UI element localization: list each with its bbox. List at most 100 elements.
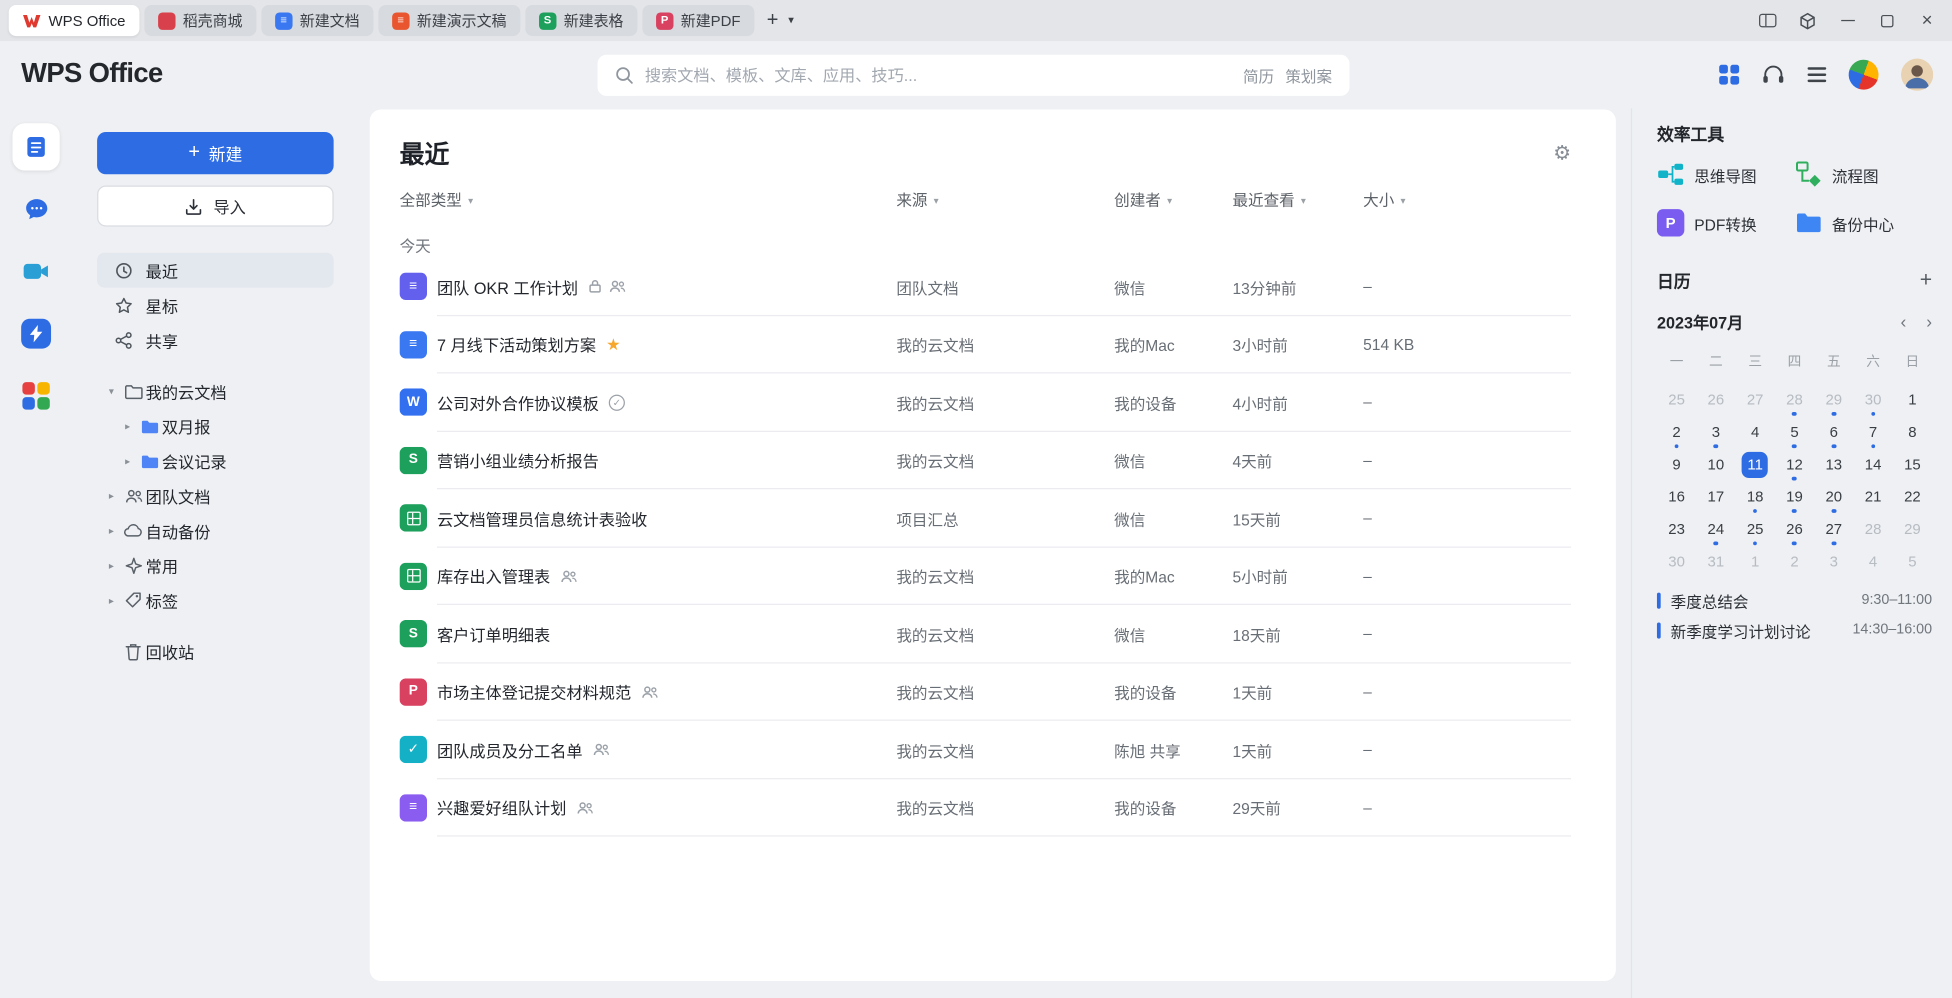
calendar-day[interactable]: 29: [1814, 383, 1853, 415]
tool-mindmap[interactable]: 思维导图: [1657, 161, 1795, 188]
calendar-day[interactable]: 5: [1893, 545, 1932, 577]
sidebar-item-shared[interactable]: 共享: [97, 322, 334, 357]
calendar-day[interactable]: 28: [1853, 513, 1892, 545]
calendar-day[interactable]: 8: [1893, 416, 1932, 448]
tab-docer-mall[interactable]: 稻壳商城: [144, 5, 256, 36]
calendar-day[interactable]: 24: [1696, 513, 1735, 545]
tree-item-auto-backup[interactable]: ▸ 自动备份: [97, 513, 334, 548]
wps-365-badge-icon[interactable]: [1844, 56, 1882, 94]
calendar-day[interactable]: 12: [1775, 448, 1814, 480]
close-button[interactable]: ×: [1907, 0, 1947, 41]
tree-item-team-docs[interactable]: ▸ 团队文档: [97, 478, 334, 513]
calendar-day[interactable]: 25: [1736, 513, 1775, 545]
filter-source[interactable]: 来源▾: [896, 186, 1114, 210]
new-document-button[interactable]: + 新建: [97, 132, 334, 174]
tab-new-spreadsheet[interactable]: S 新建表格: [525, 5, 637, 36]
calendar-day[interactable]: 19: [1775, 481, 1814, 513]
chevron-right-icon[interactable]: ▸: [102, 560, 121, 571]
filter-all-types[interactable]: 全部类型▾: [400, 186, 897, 210]
sidebar-item-recent[interactable]: 最近: [97, 253, 334, 288]
tool-pdf-convert[interactable]: P PDF转换: [1657, 209, 1795, 236]
file-row[interactable]: W公司对外合作协议模板✓我的云文档我的设备4小时前–: [400, 373, 1571, 431]
calendar-day[interactable]: 27: [1736, 383, 1775, 415]
calendar-day[interactable]: 14: [1853, 448, 1892, 480]
calendar-day[interactable]: 4: [1853, 545, 1892, 577]
calendar-day[interactable]: 31: [1696, 545, 1735, 577]
apps-grid-icon[interactable]: [1719, 64, 1740, 85]
rail-docs-home-icon[interactable]: [12, 123, 59, 170]
rail-transfer-icon[interactable]: [21, 319, 51, 349]
calendar-day[interactable]: 30: [1657, 545, 1696, 577]
calendar-day[interactable]: 28: [1775, 383, 1814, 415]
calendar-day[interactable]: 18: [1736, 481, 1775, 513]
import-button[interactable]: 导入: [97, 185, 334, 226]
file-name[interactable]: 7 月线下活动策划方案: [437, 333, 596, 357]
calendar-day[interactable]: 17: [1696, 481, 1735, 513]
tool-flowchart[interactable]: 流程图: [1795, 161, 1933, 188]
file-name[interactable]: 客户订单明细表: [437, 622, 550, 646]
calendar-day[interactable]: 1: [1893, 383, 1932, 415]
calendar-day[interactable]: 9: [1657, 448, 1696, 480]
file-row[interactable]: P市场主体登记提交材料规范我的云文档我的设备1天前–: [400, 663, 1571, 721]
file-row[interactable]: 库存出入管理表我的云文档我的Mac5小时前–: [400, 547, 1571, 605]
tab-new-pdf[interactable]: P 新建PDF: [642, 5, 754, 36]
calendar-day[interactable]: 26: [1775, 513, 1814, 545]
calendar-day[interactable]: 10: [1696, 448, 1735, 480]
search-bar[interactable]: 简历 策划案: [598, 55, 1350, 96]
sidebar-item-trash[interactable]: 回收站: [97, 634, 334, 669]
service-headset-icon[interactable]: [1762, 64, 1786, 85]
tab-wps-office[interactable]: WPS Office: [9, 5, 139, 36]
file-name[interactable]: 云文档管理员信息统计表验收: [437, 506, 647, 530]
tool-backup-center[interactable]: 备份中心: [1795, 209, 1933, 236]
tree-item-my-cloud-docs[interactable]: ▾ 我的云文档: [97, 373, 334, 408]
file-row[interactable]: 云文档管理员信息统计表验收项目汇总微信15天前–: [400, 489, 1571, 547]
calendar-day[interactable]: 22: [1893, 481, 1932, 513]
calendar-day[interactable]: 2: [1775, 545, 1814, 577]
calendar-day[interactable]: 23: [1657, 513, 1696, 545]
next-month-button[interactable]: ›: [1926, 312, 1932, 329]
calendar-event[interactable]: 季度总结会 9:30–11:00: [1657, 585, 1932, 615]
calendar-day[interactable]: 4: [1736, 416, 1775, 448]
calendar-day[interactable]: 7: [1853, 416, 1892, 448]
filter-size[interactable]: 大小▾: [1363, 186, 1571, 210]
tree-item-tags[interactable]: ▸ 标签: [97, 583, 334, 618]
calendar-day[interactable]: 26: [1696, 383, 1735, 415]
filter-last-viewed[interactable]: 最近查看▾: [1232, 186, 1363, 210]
settings-gear-icon[interactable]: ⚙: [1553, 140, 1571, 165]
user-avatar[interactable]: [1901, 59, 1933, 91]
search-input[interactable]: [645, 66, 1232, 85]
menu-hamburger-icon[interactable]: [1808, 68, 1827, 82]
calendar-day[interactable]: 20: [1814, 481, 1853, 513]
file-row[interactable]: ≡团队 OKR 工作计划团队文档微信13分钟前–: [400, 258, 1571, 316]
tree-item-bimonthly-report[interactable]: ▸ 双月报: [97, 408, 334, 443]
chevron-right-icon[interactable]: ▸: [118, 420, 137, 431]
tab-new-document[interactable]: ≡ 新建文档: [261, 5, 373, 36]
toggle-sidebar-icon[interactable]: [1748, 0, 1788, 41]
file-row[interactable]: ✓团队成员及分工名单我的云文档陈旭 共享1天前–: [400, 721, 1571, 779]
add-event-plus-icon[interactable]: +: [1920, 268, 1932, 293]
file-row[interactable]: S客户订单明细表我的云文档微信18天前–: [400, 605, 1571, 663]
filter-creator[interactable]: 创建者▾: [1114, 186, 1232, 210]
chevron-right-icon[interactable]: ▸: [118, 455, 137, 466]
chevron-right-icon[interactable]: ▸: [102, 490, 121, 501]
calendar-day[interactable]: 21: [1853, 481, 1892, 513]
chevron-right-icon[interactable]: ▸: [102, 525, 121, 536]
search-tag-plan[interactable]: 策划案: [1285, 63, 1332, 87]
prev-month-button[interactable]: ‹: [1901, 312, 1907, 329]
chevron-down-icon[interactable]: ▾: [102, 385, 121, 396]
chevron-right-icon[interactable]: ▸: [102, 594, 121, 605]
tab-new-presentation[interactable]: ≡ 新建演示文稿: [378, 5, 520, 36]
file-name[interactable]: 营销小组业绩分析报告: [437, 448, 599, 472]
calendar-day[interactable]: 13: [1814, 448, 1853, 480]
file-name[interactable]: 库存出入管理表: [437, 564, 550, 588]
calendar-day[interactable]: 3: [1814, 545, 1853, 577]
rail-apps-color-icon[interactable]: [22, 382, 49, 409]
minimize-button[interactable]: [1827, 0, 1867, 41]
file-row[interactable]: S营销小组业绩分析报告我的云文档微信4天前–: [400, 431, 1571, 489]
search-tag-resume[interactable]: 简历: [1243, 63, 1274, 87]
file-name[interactable]: 公司对外合作协议模板: [437, 391, 599, 415]
calendar-day[interactable]: 25: [1657, 383, 1696, 415]
file-name[interactable]: 市场主体登记提交材料规范: [437, 680, 631, 704]
file-row[interactable]: ≡7 月线下活动策划方案★我的云文档我的Mac3小时前514 KB: [400, 316, 1571, 374]
rail-chat-icon[interactable]: [23, 197, 49, 222]
